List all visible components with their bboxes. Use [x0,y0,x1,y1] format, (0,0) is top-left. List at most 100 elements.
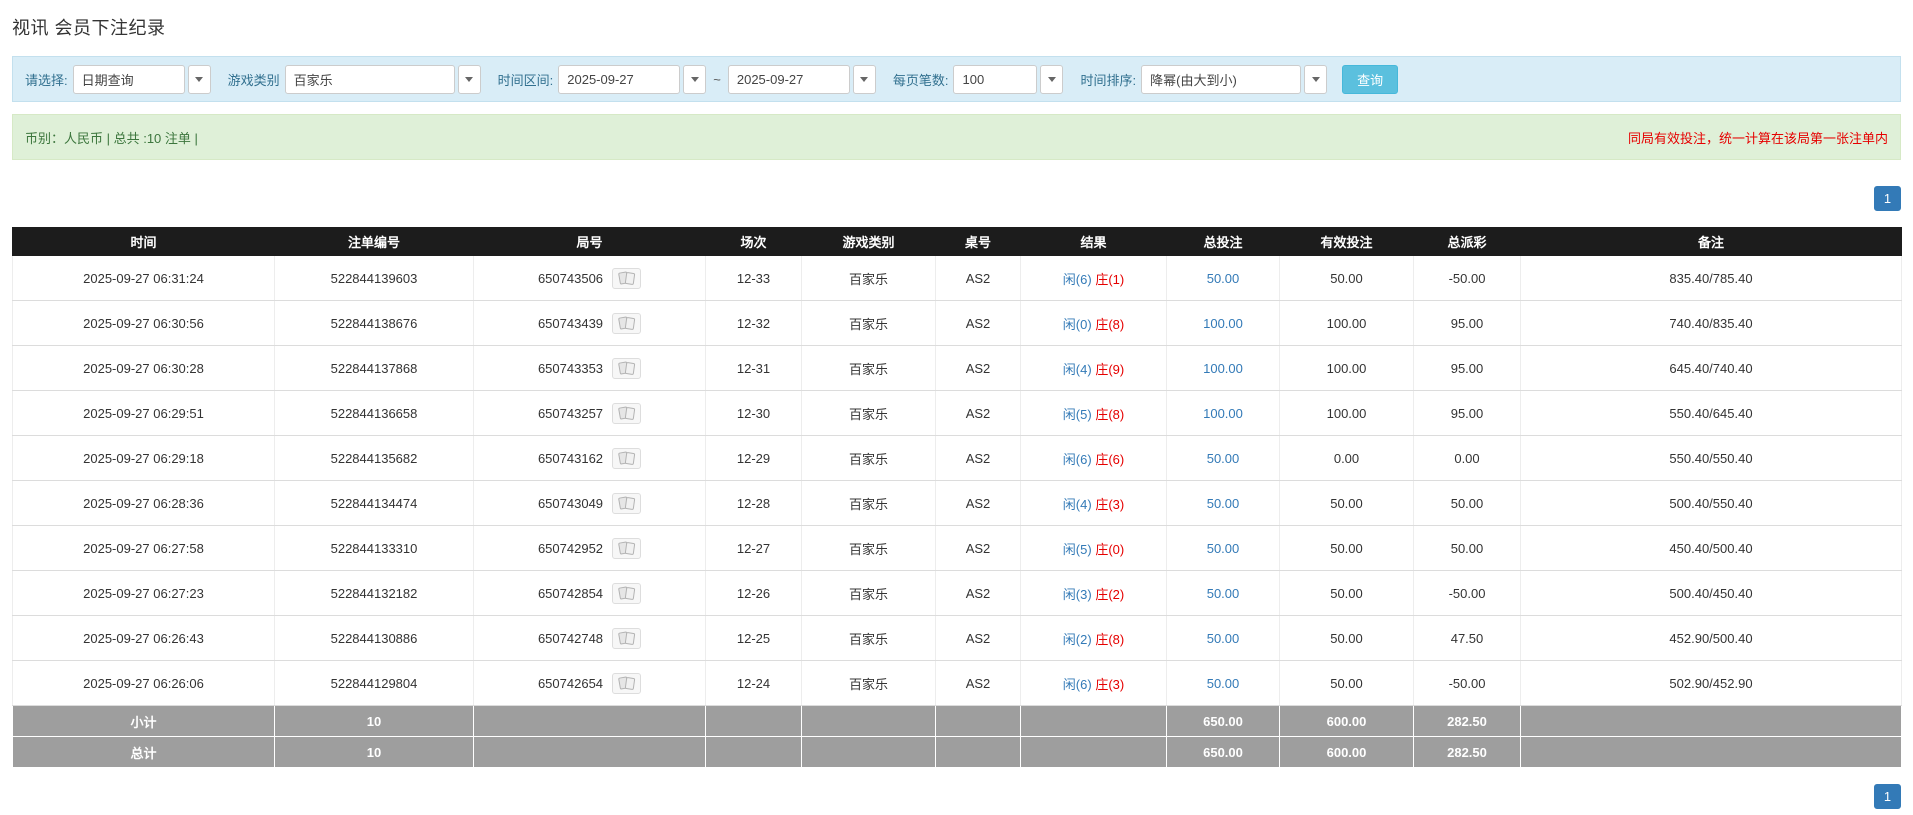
date-to-dropdown-button[interactable] [853,65,876,94]
query-type-dropdown-button[interactable] [188,65,211,94]
round-cell: 650743257 [474,391,706,436]
remark-cell: 452.90/500.40 [1521,616,1902,661]
view-cards-button[interactable] [612,538,641,559]
view-cards-button[interactable] [612,448,641,469]
view-cards-button[interactable] [612,358,641,379]
footer-result-cell [1021,737,1167,768]
subtotal-row: 小计10650.00600.00282.50 [13,706,1902,737]
cards-icon [617,271,637,286]
valid-bet-cell: 100.00 [1280,346,1414,391]
total-bet-link[interactable]: 50.00 [1207,271,1240,286]
time-cell: 2025-09-27 06:29:51 [13,391,275,436]
total-bet-link[interactable]: 100.00 [1203,316,1243,331]
footer-game-cell [802,737,936,768]
result-cell: 闲(4) 庄(3) [1021,481,1167,526]
column-header: 总派彩 [1414,228,1521,256]
bet-record-row: 2025-09-27 06:29:18522844135682650743162… [13,436,1902,481]
round-id: 650743439 [538,316,603,331]
page-size-dropdown-button[interactable] [1040,65,1063,94]
query-type-label: 请选择: [25,70,68,89]
cards-icon [617,586,637,601]
total-bet-link[interactable]: 50.00 [1207,496,1240,511]
total-bet-link[interactable]: 50.00 [1207,676,1240,691]
sort-order-dropdown-button[interactable] [1304,65,1327,94]
footer-session-cell [706,706,802,737]
total-bet-cell: 50.00 [1167,661,1280,706]
bet-id-cell: 522844129804 [275,661,474,706]
column-header: 局号 [474,228,706,256]
table-header-row: 时间注单编号局号场次游戏类别桌号结果总投注有效投注总派彩备注 [13,228,1902,256]
round-id-group: 650742654 [538,673,641,694]
date-range-separator: ~ [713,72,721,87]
player-result: 闲(5) [1063,407,1092,422]
result-cell: 闲(6) 庄(3) [1021,661,1167,706]
payout-cell: 95.00 [1414,346,1521,391]
table-no-cell: AS2 [936,481,1021,526]
player-result: 闲(4) [1063,362,1092,377]
game-type-cell: 百家乐 [802,571,936,616]
column-header: 场次 [706,228,802,256]
date-range-label: 时间区间: [498,70,554,89]
round-id: 650743506 [538,271,603,286]
view-cards-button[interactable] [612,268,641,289]
page-size-input[interactable] [953,65,1037,94]
round-id-group: 650743257 [538,403,641,424]
sort-order-input[interactable] [1141,65,1301,94]
table-no-cell: AS2 [936,436,1021,481]
view-cards-button[interactable] [612,493,641,514]
round-cell: 650742952 [474,526,706,571]
view-cards-button[interactable] [612,403,641,424]
game-type-dropdown-button[interactable] [458,65,481,94]
footer-remark-cell [1521,737,1902,768]
column-header: 游戏类别 [802,228,936,256]
time-cell: 2025-09-27 06:29:18 [13,436,275,481]
round-cell: 650742654 [474,661,706,706]
betting-records-page: 视讯 会员下注纪录 请选择: 游戏类别 时间区间: ~ 每页笔数: 时间排序: [0,0,1913,809]
view-cards-button[interactable] [612,583,641,604]
table-no-cell: AS2 [936,256,1021,301]
game-type-label: 游戏类别 [228,70,280,89]
page-button-1[interactable]: 1 [1874,186,1901,211]
page-button-1[interactable]: 1 [1874,784,1901,809]
page-size-combo [953,65,1063,94]
total-bet-link[interactable]: 50.00 [1207,451,1240,466]
remark-cell: 835.40/785.40 [1521,256,1902,301]
game-type-input[interactable] [285,65,455,94]
same-round-notice: 同局有效投注，统一计算在该局第一张注单内 [1628,128,1888,147]
session-cell: 12-24 [706,661,802,706]
date-from-dropdown-button[interactable] [683,65,706,94]
view-cards-button[interactable] [612,628,641,649]
filter-bar: 请选择: 游戏类别 时间区间: ~ 每页笔数: 时间排序: [12,56,1901,102]
payout-cell: 50.00 [1414,526,1521,571]
date-from-input[interactable] [558,65,680,94]
banker-result: 庄(3) [1095,677,1124,692]
round-cell: 650743162 [474,436,706,481]
cards-icon [617,676,637,691]
search-button[interactable]: 查询 [1342,65,1398,94]
total-bet-link[interactable]: 50.00 [1207,541,1240,556]
query-type-input[interactable] [73,65,185,94]
date-to-input[interactable] [728,65,850,94]
remark-cell: 500.40/550.40 [1521,481,1902,526]
total-bet-cell: 50.00 [1167,526,1280,571]
round-id: 650742748 [538,631,603,646]
round-id: 650743257 [538,406,603,421]
player-result: 闲(2) [1063,632,1092,647]
date-from-combo [558,65,706,94]
summary-bar: 币别：人民币 | 总共 :10 注单 | 同局有效投注，统一计算在该局第一张注单… [12,114,1901,160]
view-cards-button[interactable] [612,313,641,334]
footer-remark-cell [1521,706,1902,737]
time-cell: 2025-09-27 06:31:24 [13,256,275,301]
total-bet-link[interactable]: 50.00 [1207,586,1240,601]
bet-id-cell: 522844133310 [275,526,474,571]
payout-cell: 95.00 [1414,301,1521,346]
time-cell: 2025-09-27 06:26:06 [13,661,275,706]
round-id-group: 650742952 [538,538,641,559]
view-cards-button[interactable] [612,673,641,694]
footer-payout-cell: 282.50 [1414,737,1521,768]
total-bet-link[interactable]: 100.00 [1203,361,1243,376]
round-cell: 650743049 [474,481,706,526]
total-bet-link[interactable]: 50.00 [1207,631,1240,646]
total-bet-link[interactable]: 100.00 [1203,406,1243,421]
bet-record-row: 2025-09-27 06:26:43522844130886650742748… [13,616,1902,661]
